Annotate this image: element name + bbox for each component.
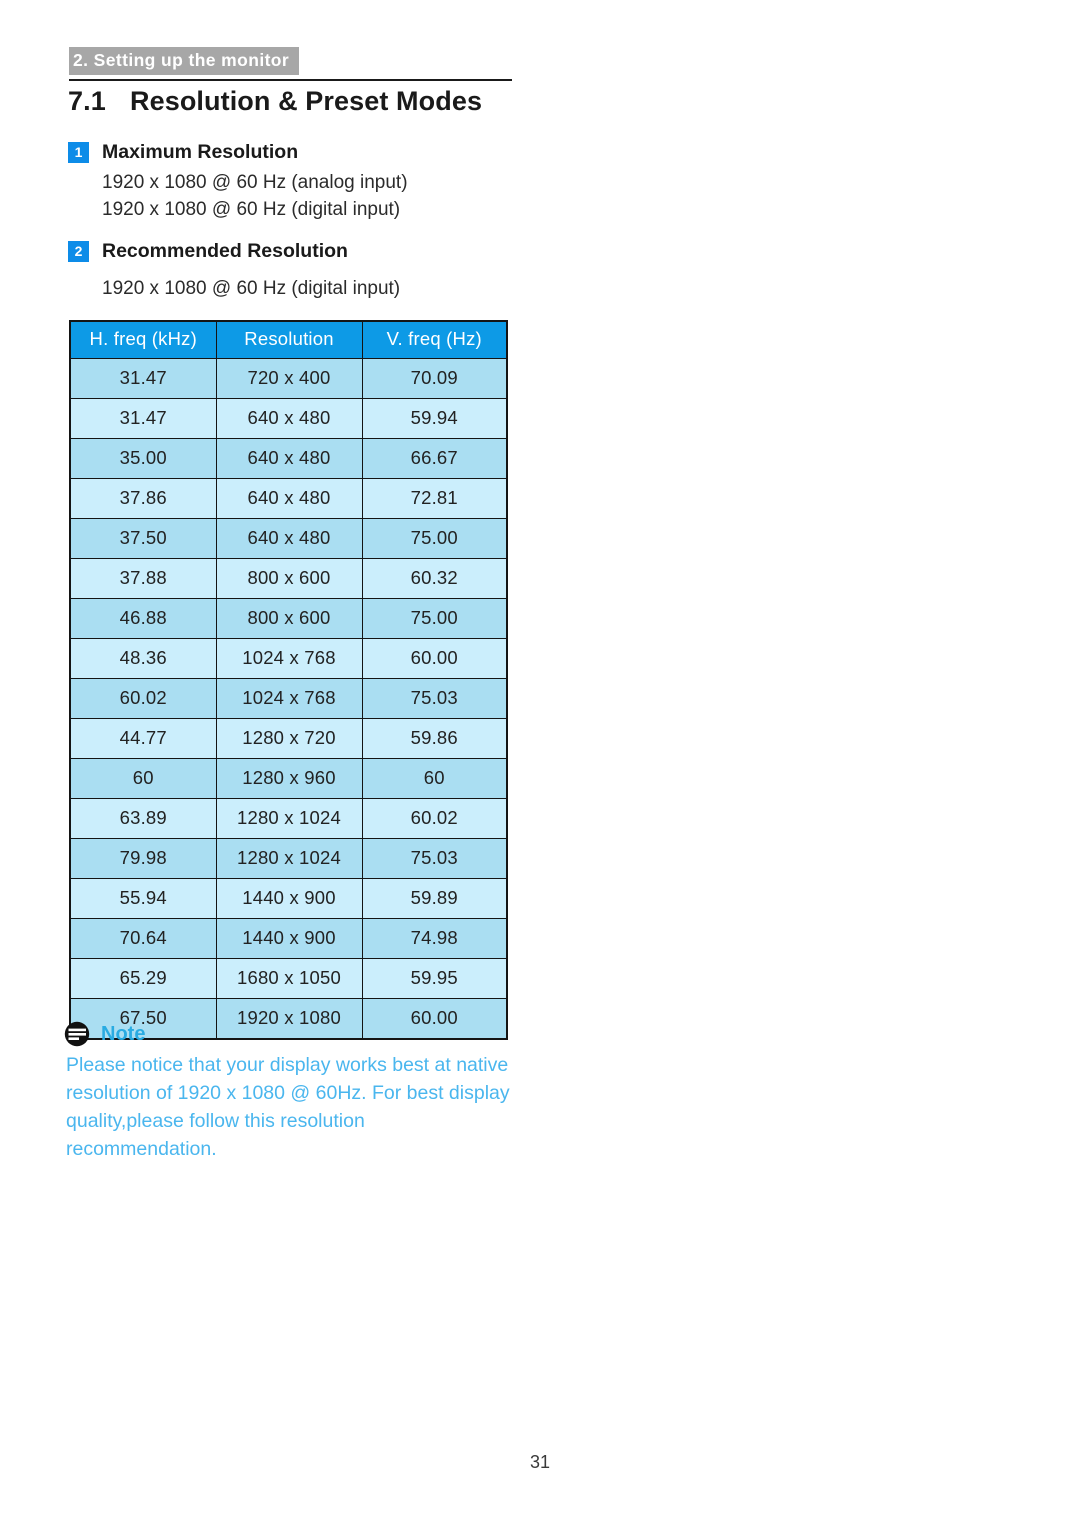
table-cell: 800 x 600 [215, 598, 363, 639]
table-cell: 640 x 480 [215, 478, 363, 519]
table-cell: 37.86 [69, 478, 217, 519]
table-cell: 60 [361, 758, 508, 799]
table-cell: 640 x 480 [215, 398, 363, 439]
table-body: 31.47 720 x 400 70.09 31.47 640 x 480 59.94 35… [69, 358, 508, 1040]
list-item-label: Recommended Resolution [102, 240, 348, 262]
header-divider-rule [69, 79, 512, 81]
page-title: 7.1 Resolution & Preset Modes [68, 86, 482, 117]
page-number: 31 [529, 1452, 551, 1472]
note-lines-icon [64, 1021, 90, 1047]
note-title: Note [101, 1023, 146, 1045]
list-item-label: Maximum Resolution [102, 141, 299, 163]
table-cell: 1440 x 900 [215, 918, 363, 959]
table-cell: 55.94 [69, 878, 217, 919]
recommended-resolution-digital: 1920 x 1080 @ 60 Hz (digital input) [102, 278, 401, 299]
table-cell: 1920 x 1080 [215, 998, 363, 1040]
note-heading: Note [64, 1021, 145, 1047]
table-cell: 60.32 [361, 558, 508, 599]
document-page: 2. Setting up the monitor 7.1 Resolution … [0, 0, 1080, 1532]
table-cell: 44.77 [69, 718, 217, 759]
table-cell: 60.00 [361, 638, 508, 679]
table-cell: 37.50 [69, 518, 217, 559]
table-cell: 1024 x 768 [215, 678, 363, 719]
maximum-resolution-analog: 1920 x 1080 @ 60 Hz (analog input) [102, 172, 408, 193]
table-cell: 66.67 [361, 438, 508, 479]
table-cell: 60.02 [361, 798, 508, 839]
chapter-running-header: 2. Setting up the monitor [69, 47, 300, 76]
table-cell: 35.00 [69, 438, 217, 479]
table-cell: 59.86 [361, 718, 508, 759]
table-row: 35.00 640 x 480 66.67 [69, 438, 508, 479]
table-cell: 59.89 [361, 878, 508, 919]
table-cell: 59.94 [361, 398, 508, 439]
table-cell: 60.00 [361, 998, 508, 1040]
table-cell: 75.00 [361, 518, 508, 559]
list-item-recommended-resolution: 2 Recommended Resolution [68, 241, 348, 262]
maximum-resolution-digital: 1920 x 1080 @ 60 Hz (digital input) [102, 199, 401, 220]
table-cell: 640 x 480 [215, 518, 363, 559]
table-cell: 37.88 [69, 558, 217, 599]
table-cell: 1280 x 720 [215, 718, 363, 759]
table-row: 31.47 640 x 480 59.94 [69, 398, 508, 439]
column-header: Resolution [215, 320, 363, 359]
table-cell: 70.09 [361, 358, 508, 399]
table-cell: 65.29 [69, 958, 217, 999]
table-cell: 59.95 [361, 958, 508, 999]
table-cell: 75.00 [361, 598, 508, 639]
table-header-row: H. freq (kHz) Resolution V. freq (Hz) [69, 320, 508, 359]
table-cell: 720 x 400 [215, 358, 363, 399]
table-cell: 1280 x 960 [215, 758, 363, 799]
table-row: 37.88 800 x 600 60.32 [69, 558, 508, 599]
table-cell: 1680 x 1050 [215, 958, 363, 999]
section-title-text: Resolution & Preset Modes [130, 86, 483, 116]
table-row: 60 1280 x 960 60 [69, 758, 508, 799]
column-header: H. freq (kHz) [69, 320, 217, 359]
table-row: 55.94 1440 x 900 59.89 [69, 878, 508, 919]
table-cell: 1280 x 1024 [215, 798, 363, 839]
preset-modes-table: H. freq (kHz) Resolution V. freq (Hz) 31.4… [69, 320, 508, 1040]
table-cell: 63.89 [69, 798, 217, 839]
table-cell: 60.02 [69, 678, 217, 719]
table-cell: 31.47 [69, 398, 217, 439]
table-row: 44.77 1280 x 720 59.86 [69, 718, 508, 759]
table-row: 37.86 640 x 480 72.81 [69, 478, 508, 519]
table-row: 63.89 1280 x 1024 60.02 [69, 798, 508, 839]
list-item-maximum-resolution: 1 Maximum Resolution [68, 142, 298, 163]
table-cell: 75.03 [361, 678, 508, 719]
table-cell: 74.98 [361, 918, 508, 959]
table-cell: 31.47 [69, 358, 217, 399]
table-row: 70.64 1440 x 900 74.98 [69, 918, 508, 959]
table-row: 79.98 1280 x 1024 75.03 [69, 838, 508, 879]
section-number: 7.1 [68, 86, 106, 116]
table-cell: 640 x 480 [215, 438, 363, 479]
table-row: 31.47 720 x 400 70.09 [69, 358, 508, 399]
table-row: 46.88 800 x 600 75.00 [69, 598, 508, 639]
column-header: V. freq (Hz) [361, 320, 508, 359]
table-cell: 60 [69, 758, 217, 799]
table-cell: 70.64 [69, 918, 217, 959]
table-cell: 72.81 [361, 478, 508, 519]
list-badge-1: 1 [68, 142, 89, 163]
table-cell: 79.98 [69, 838, 217, 879]
note-body-text: Please notice that your display works be… [66, 1054, 510, 1160]
table-cell: 75.03 [361, 838, 508, 879]
table-cell: 1280 x 1024 [215, 838, 363, 879]
table-cell: 1024 x 768 [215, 638, 363, 679]
table-row: 60.02 1024 x 768 75.03 [69, 678, 508, 719]
table-cell: 48.36 [69, 638, 217, 679]
table-header: H. freq (kHz) Resolution V. freq (Hz) [69, 320, 508, 359]
table-cell: 800 x 600 [215, 558, 363, 599]
table-cell: 1440 x 900 [215, 878, 363, 919]
table-row: 48.36 1024 x 768 60.00 [69, 638, 508, 679]
list-badge-2: 2 [68, 241, 89, 262]
table-row: 37.50 640 x 480 75.00 [69, 518, 508, 559]
table-row: 65.29 1680 x 1050 59.95 [69, 958, 508, 999]
table-cell: 46.88 [69, 598, 217, 639]
